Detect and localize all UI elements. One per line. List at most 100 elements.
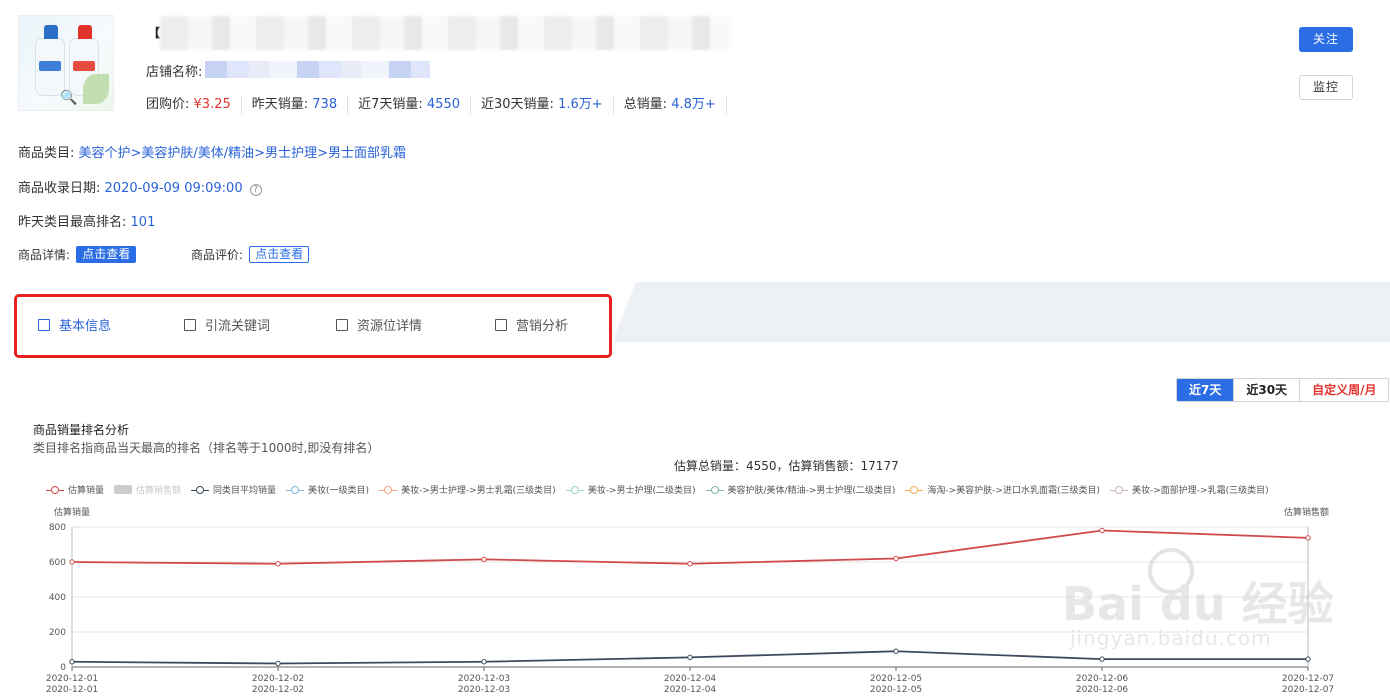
line-chart: 0 200 400 600 800 2020-12-012020-12-01 2020-12… [46,523,1334,695]
data-point [481,659,487,665]
legend-item[interactable]: 美妆->男士护理->男士乳霜(三级类目) [379,483,556,496]
detail-line: 商品详情: 点击查看 [18,246,137,263]
legend-label: 美妆(一级类目) [308,486,370,496]
x-tick-label: 2020-12-01 [46,685,98,695]
legend-label: 估算销售额 [136,486,182,496]
x-tick-label: 2020-12-01 [46,674,98,684]
tab-traffic-keywords[interactable]: 引流关键词 [184,315,270,334]
category-rank-line: 昨天类目最高排名: 101 [18,215,156,230]
sales-stats: 团购价: ¥3.25 昨天销量: 738 近7天销量: 4550 近30天销量:… [146,96,727,114]
x-tick-label: 2020-12-06 [1076,674,1129,684]
legend-swatch [191,485,210,495]
window-icon [336,318,348,331]
x-tick-label: 2020-12-05 [870,674,922,684]
legend-item[interactable]: 海淘->美容护肤->进口水乳面霜(三级类目) [905,483,1100,496]
legend-swatch [705,485,724,495]
legend-swatch [1110,485,1128,495]
collected-date-line: 商品收录日期: 2020-09-09 09:09:00 ? [18,177,262,196]
stat-30day-sales: 近30天销量: 1.6万+ [471,96,614,114]
range-custom[interactable]: 自定义周/月 [1299,379,1389,401]
clipboard-icon [38,318,50,331]
data-point [893,555,899,562]
legend-swatch [379,485,398,495]
stat-total-sales: 总销量: 4.8万+ [614,96,727,114]
monitor-button[interactable]: 监控 [1299,75,1353,100]
chart-legend: 估算销量 估算销售额 同类目平均销量 美妆(一级类目) 美妆->男士护理->男士乳霜(三… [46,483,1279,496]
shop-name-redacted [205,61,430,78]
x-tick-label: 2020-12-06 [1076,685,1129,695]
legend-swatch [565,485,584,495]
legend-item[interactable]: 美妆(一级类目) [286,483,369,496]
x-tick-label: 2020-12-03 [458,685,510,695]
stat-price: 团购价: ¥3.25 [146,96,242,114]
data-point [69,559,75,565]
y-tick-label: 400 [49,593,66,603]
legend-label: 美妆->男士护理->男士乳霜(三级类目) [401,486,556,496]
legend-item[interactable]: 美容护肤/美体/精油->男士护理(二级类目) [705,483,896,496]
legend-label: 同类目平均销量 [213,486,277,496]
chart-subtitle: 类目排名指商品当天最高的排名（排名等于1000时,即没有排名） [33,441,380,455]
product-image[interactable]: 🔍 [18,15,114,111]
legend-item[interactable]: 同类目平均销量 [191,483,276,496]
legend-swatch [114,485,133,494]
y-tick-label: 200 [49,628,66,638]
x-tick-label: 2020-12-02 [252,685,304,695]
legend-label: 美容护肤/美体/精油->男士护理(二级类目) [727,486,896,496]
x-tick-label: 2020-12-04 [664,685,717,695]
help-icon[interactable]: ? [249,184,262,196]
range-selector: 近7天 近30天 自定义周/月 [1176,378,1390,402]
legend-item[interactable]: 估算销售额 [114,483,181,496]
chart-icon [495,318,507,331]
data-point [687,561,693,567]
data-point [1099,656,1105,662]
collected-date-value: 2020-09-09 09:09:00 [104,181,243,196]
y-tick-label: 600 [49,558,66,568]
category-path-link[interactable]: 美容个护>美容护肤/美体/精油>男士护理>男士面部乳霜 [79,146,406,161]
legend-swatch [46,485,64,495]
legend-item[interactable]: 估算销量 [46,483,104,496]
tab-marketing-analysis[interactable]: 营销分析 [495,315,568,334]
leaf-graphic [83,74,109,104]
view-detail-button[interactable]: 点击查看 [76,246,137,263]
chart-title: 商品销量排名分析 [33,423,130,437]
tab-resource-details[interactable]: 资源位详情 [336,315,422,334]
product-title-redacted [160,16,730,50]
legend-label: 美妆->面部护理->乳霜(三级类目) [1132,486,1269,496]
x-tick-label: 2020-12-03 [458,674,510,684]
data-point [687,654,693,661]
legend-label: 美妆->男士护理(二级类目) [587,486,696,496]
bottle-graphic [35,25,65,96]
stat-yesterday-sales: 昨天销量: 738 [242,96,349,114]
x-tick-label: 2020-12-07 [1282,674,1334,684]
legend-item[interactable]: 美妆->男士护理(二级类目) [565,483,696,496]
data-point [1099,527,1105,534]
legend-item[interactable]: 美妆->面部护理->乳霜(三级类目) [1110,483,1269,496]
view-review-button[interactable]: 点击查看 [249,246,310,263]
y-tick-label: 0 [60,663,66,673]
review-line: 商品评价: 点击查看 [191,246,310,263]
data-point [1305,535,1311,541]
data-point [1305,656,1311,662]
range-7days[interactable]: 近7天 [1177,379,1234,401]
follow-button[interactable]: 关注 [1299,27,1353,52]
stat-7day-sales: 近7天销量: 4550 [348,96,471,114]
zoom-in-icon[interactable]: 🔍 [59,90,79,110]
tab-basic-info[interactable]: 基本信息 [38,315,111,334]
category-rank-value: 101 [130,215,156,230]
data-point [275,561,281,567]
search-doc-icon [184,318,196,331]
x-tick-label: 2020-12-05 [870,685,922,695]
data-point [481,556,487,563]
category-line: 商品类目: 美容个护>美容护肤/美体/精油>男士护理>男士面部乳霜 [18,146,406,161]
series-line [71,529,1309,565]
data-point [69,659,75,665]
x-tick-label: 2020-12-07 [1282,685,1334,695]
y-tick-label: 800 [49,523,66,533]
legend-swatch [905,485,924,495]
product-title-prefix: 【 [148,26,161,40]
shop-name-label: 店铺名称: [146,65,203,80]
range-30days[interactable]: 近30天 [1233,379,1300,401]
legend-swatch [286,485,305,495]
x-tick-label: 2020-12-02 [252,674,304,684]
legend-label: 海淘->美容护肤->进口水乳面霜(三级类目) [927,486,1100,496]
